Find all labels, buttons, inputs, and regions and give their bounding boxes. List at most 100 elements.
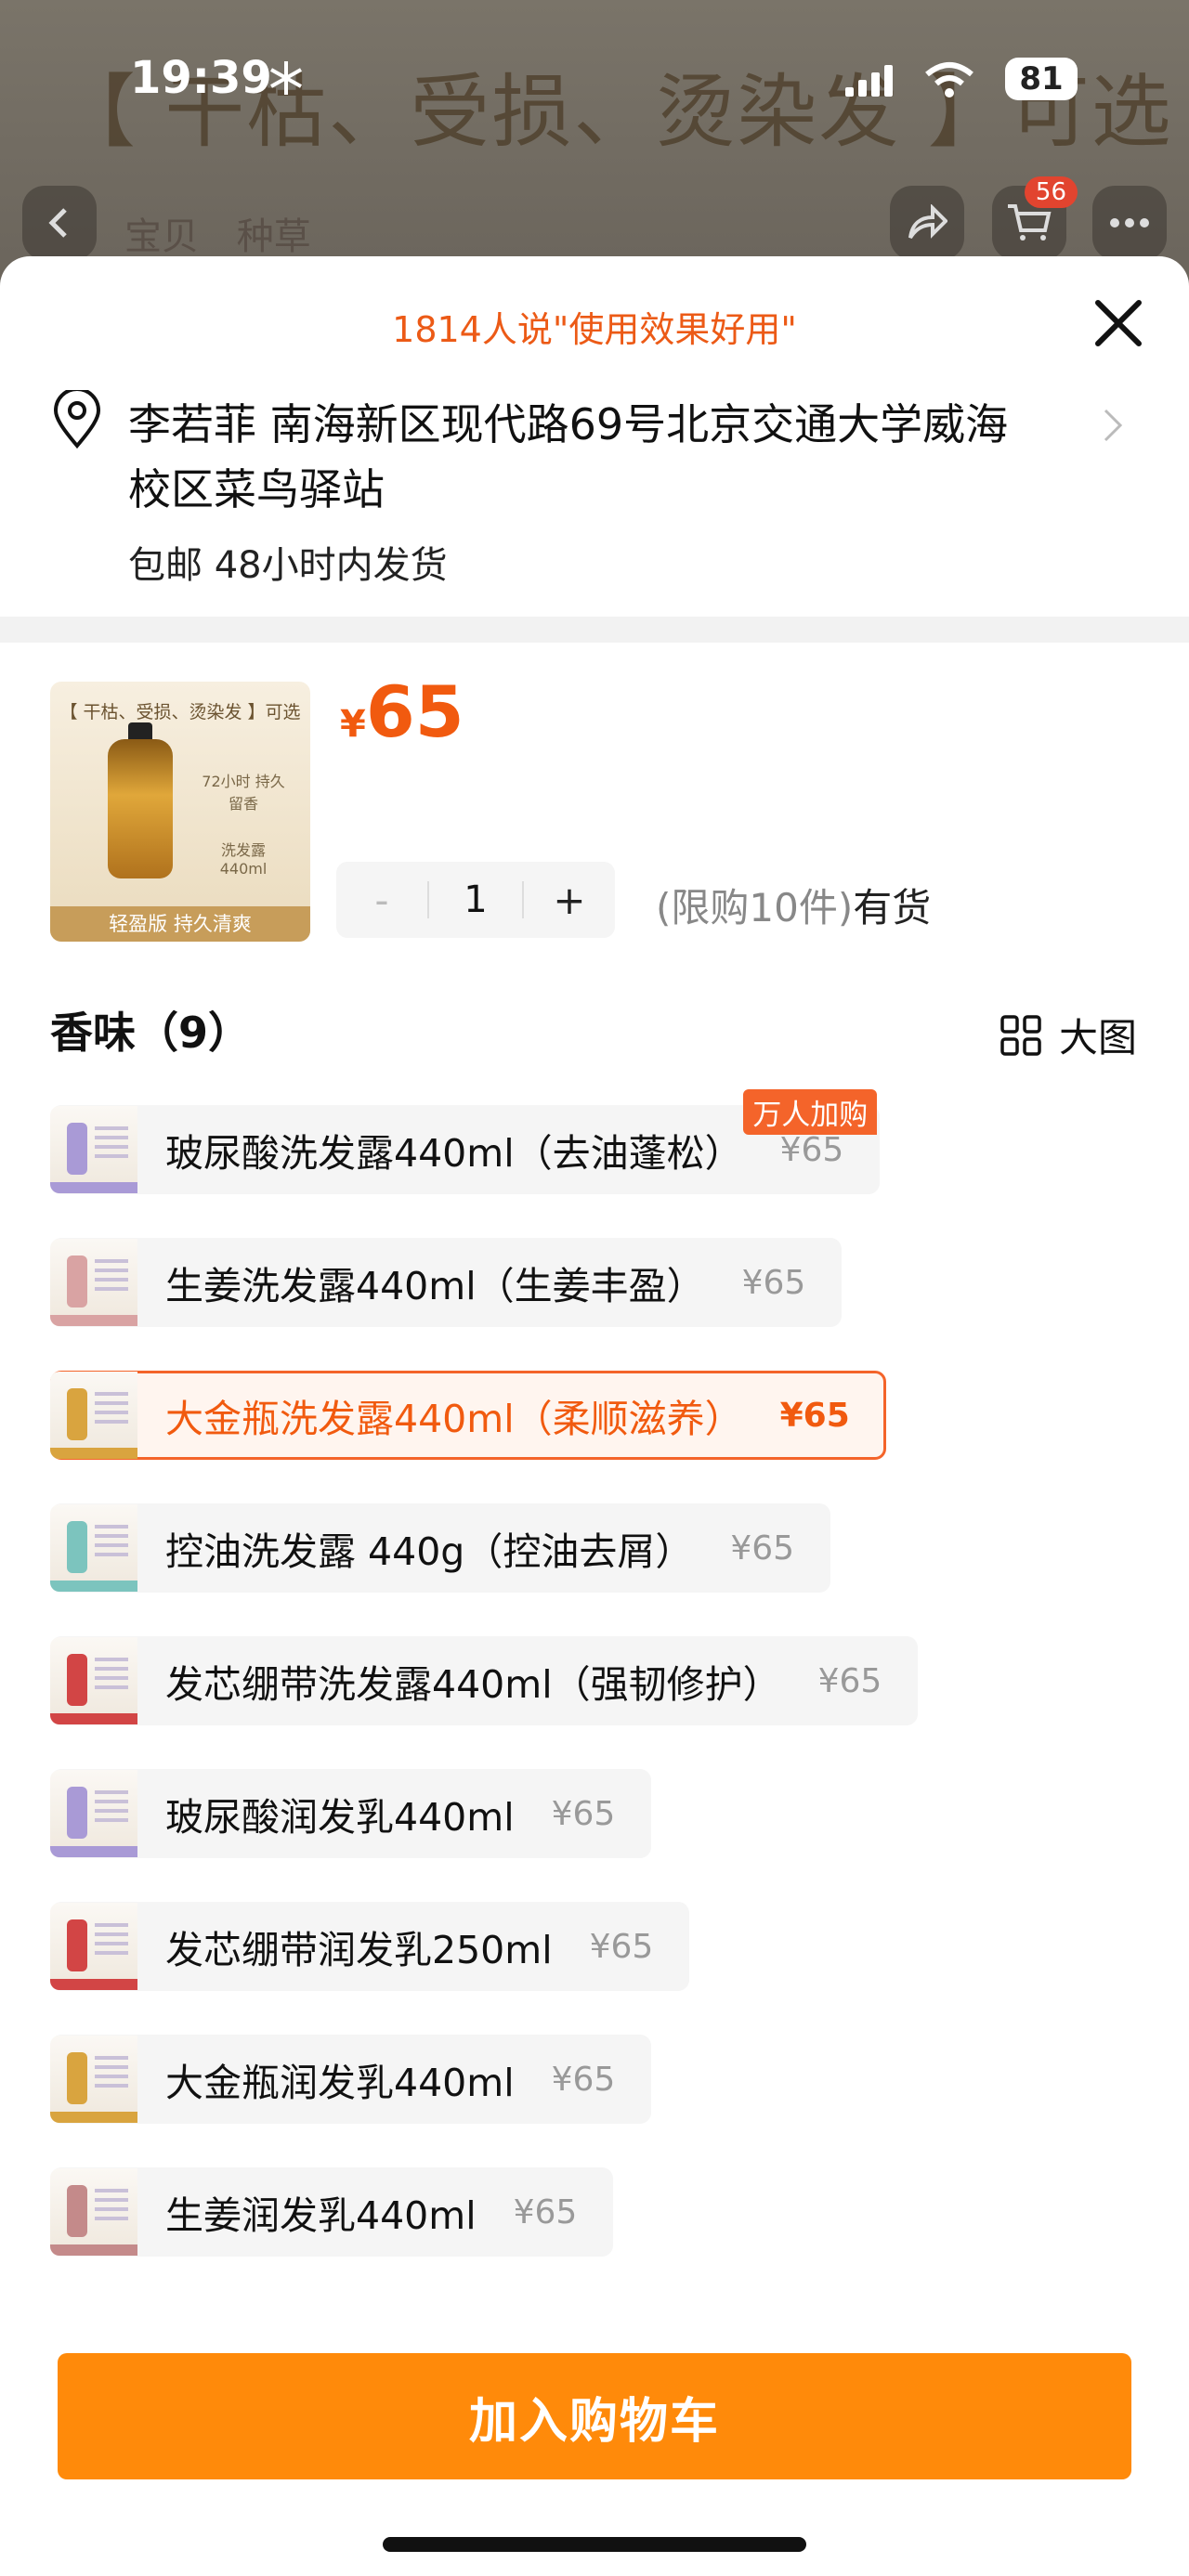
background-tabs: 宝贝 种草 xyxy=(124,206,337,260)
thumb-text-lines xyxy=(95,1525,128,1529)
option-thumbnail xyxy=(50,1770,137,1857)
background-nav: 宝贝 种草 56 xyxy=(22,176,1167,260)
option-thumbnail xyxy=(50,1372,137,1459)
bottle-image xyxy=(108,739,173,878)
close-icon[interactable] xyxy=(1089,293,1148,353)
thumb-text-lines xyxy=(95,1923,128,1927)
option-thumbnail xyxy=(50,2036,137,2123)
thumb-footer xyxy=(50,1182,137,1193)
increment-button[interactable]: + xyxy=(524,878,615,923)
home-indicator xyxy=(383,2537,806,2552)
scent-option[interactable]: 发芯绷带润发乳250ml ¥65 xyxy=(50,1902,690,1991)
option-thumbnail xyxy=(50,1239,137,1326)
big-view-toggle[interactable]: 大图 xyxy=(1000,1007,1137,1063)
option-price: ¥65 xyxy=(551,1794,616,1833)
option-name: 控油洗发露 440g（控油去屑） xyxy=(165,1529,694,1574)
scent-option[interactable]: 生姜润发乳440ml ¥65 xyxy=(50,2167,614,2257)
option-price: ¥65 xyxy=(779,1396,850,1435)
thumb-footer xyxy=(50,1979,137,1990)
thumb-text-lines xyxy=(95,1790,128,1794)
bottle-image xyxy=(67,2185,87,2237)
scent-option[interactable]: 生姜洗发露440ml（生姜丰盈） ¥65 xyxy=(50,1238,843,1327)
scent-section-title: 香味（9） xyxy=(50,1008,252,1058)
bottle-image xyxy=(67,1521,87,1573)
thumb-badge: 72小时 持久留香 xyxy=(202,773,285,813)
thumb-footer xyxy=(50,1581,137,1592)
purchase-limit: (限购10件)有货 xyxy=(656,877,931,933)
option-price: ¥65 xyxy=(817,1661,882,1700)
more-icon xyxy=(1110,218,1149,228)
cart-count-badge: 56 xyxy=(1024,176,1078,208)
decrement-button[interactable]: - xyxy=(336,878,427,923)
option-thumbnail xyxy=(50,1504,137,1592)
back-icon xyxy=(48,208,67,238)
bottle-image xyxy=(67,1654,87,1706)
status-time: 19:39 xyxy=(130,52,272,104)
scent-option[interactable]: 玻尿酸润发乳440ml ¥65 xyxy=(50,1769,652,1858)
delivery-address[interactable]: 李若菲 南海新区现代路69号北京交通大学威海校区菜鸟驿站 xyxy=(128,392,1020,522)
option-thumbnail xyxy=(50,1637,137,1724)
chevron-right-icon[interactable] xyxy=(1102,405,1124,446)
thumb-caption: 【 干枯、受损、烫染发 】可选 xyxy=(59,702,301,722)
product-thumbnail[interactable]: 【 干枯、受损、烫染发 】可选 72小时 持久留香 洗发露440ml 轻盈版 持… xyxy=(50,682,310,942)
thumb-text-lines xyxy=(95,2056,128,2060)
share-button[interactable] xyxy=(890,186,964,260)
option-name: 大金瓶润发乳440ml xyxy=(165,2061,515,2105)
popular-badge: 万人加购 xyxy=(743,1089,878,1135)
thumb-text-lines xyxy=(95,1392,128,1396)
snowflake-icon xyxy=(270,61,302,95)
more-button[interactable] xyxy=(1092,186,1167,260)
share-icon xyxy=(908,204,947,240)
thumb-footer xyxy=(50,2112,137,2123)
big-view-label: 大图 xyxy=(1059,1015,1138,1060)
thumb-footer: 轻盈版 持久清爽 xyxy=(50,906,310,942)
option-price: ¥65 xyxy=(741,1263,806,1302)
option-price: ¥65 xyxy=(730,1529,795,1568)
thumb-footer xyxy=(50,1448,137,1459)
product-price: ¥65 xyxy=(340,670,464,753)
tab-item[interactable]: 宝贝 xyxy=(124,215,199,258)
scent-option[interactable]: 控油洗发露 440g（控油去屑） ¥65 xyxy=(50,1503,831,1593)
thumb-badge: 洗发露440ml xyxy=(219,841,268,878)
quantity-stepper: - 1 + xyxy=(336,862,615,938)
thumb-footer xyxy=(50,2244,137,2256)
option-name: 大金瓶洗发露440ml（柔顺滋养） xyxy=(165,1397,743,1441)
thumb-footer xyxy=(50,1315,137,1326)
bottle-image xyxy=(67,2052,87,2104)
back-button[interactable] xyxy=(22,186,97,260)
thumb-text-lines xyxy=(95,2189,128,2192)
option-price: ¥65 xyxy=(589,1927,654,1966)
wifi-icon xyxy=(925,62,973,98)
option-name: 玻尿酸润发乳440ml xyxy=(165,1795,515,1840)
option-name: 生姜润发乳440ml xyxy=(165,2193,477,2238)
option-name: 玻尿酸洗发露440ml（去油蓬松） xyxy=(165,1131,743,1176)
add-to-cart-button[interactable]: 加入购物车 xyxy=(58,2353,1131,2479)
option-name: 发芯绷带润发乳250ml xyxy=(165,1928,553,1972)
tab-seeding[interactable]: 种草 xyxy=(237,215,311,258)
bottle-image xyxy=(67,1123,87,1175)
price-value: 65 xyxy=(365,670,464,753)
option-price: ¥65 xyxy=(779,1130,844,1169)
scent-option[interactable]: 大金瓶洗发露440ml（柔顺滋养） ¥65 xyxy=(50,1371,886,1460)
bottle-image xyxy=(67,1388,87,1440)
currency-symbol: ¥ xyxy=(340,703,366,746)
scent-option[interactable]: 发芯绷带洗发露440ml（强韧修护） ¥65 xyxy=(50,1636,919,1725)
bottle-image xyxy=(67,1787,87,1839)
bottle-image xyxy=(67,1255,87,1308)
grid-icon xyxy=(1000,1014,1041,1056)
sku-sheet: 1814人说"使用效果好用" 李若菲 南海新区现代路69号北京交通大学威海校区菜… xyxy=(0,256,1189,2576)
status-bar: 19:39 81 xyxy=(0,0,1189,149)
option-price: ¥65 xyxy=(551,2060,616,2099)
option-thumbnail xyxy=(50,1106,137,1193)
scent-option[interactable]: 玻尿酸洗发露440ml（去油蓬松） ¥65 万人加购 xyxy=(50,1089,881,1194)
location-pin-icon xyxy=(53,390,101,449)
option-price: ¥65 xyxy=(513,2192,578,2231)
quantity-value[interactable]: 1 xyxy=(429,878,522,921)
limit-text: (限购10件) xyxy=(656,885,854,930)
stock-status: 有货 xyxy=(853,885,932,930)
section-divider xyxy=(0,617,1189,643)
option-name: 发芯绷带洗发露440ml（强韧修护） xyxy=(165,1662,781,1707)
thumb-text-lines xyxy=(95,1259,128,1263)
scent-option[interactable]: 大金瓶润发乳440ml ¥65 xyxy=(50,2035,652,2124)
cart-nav-button[interactable]: 56 xyxy=(992,176,1078,260)
